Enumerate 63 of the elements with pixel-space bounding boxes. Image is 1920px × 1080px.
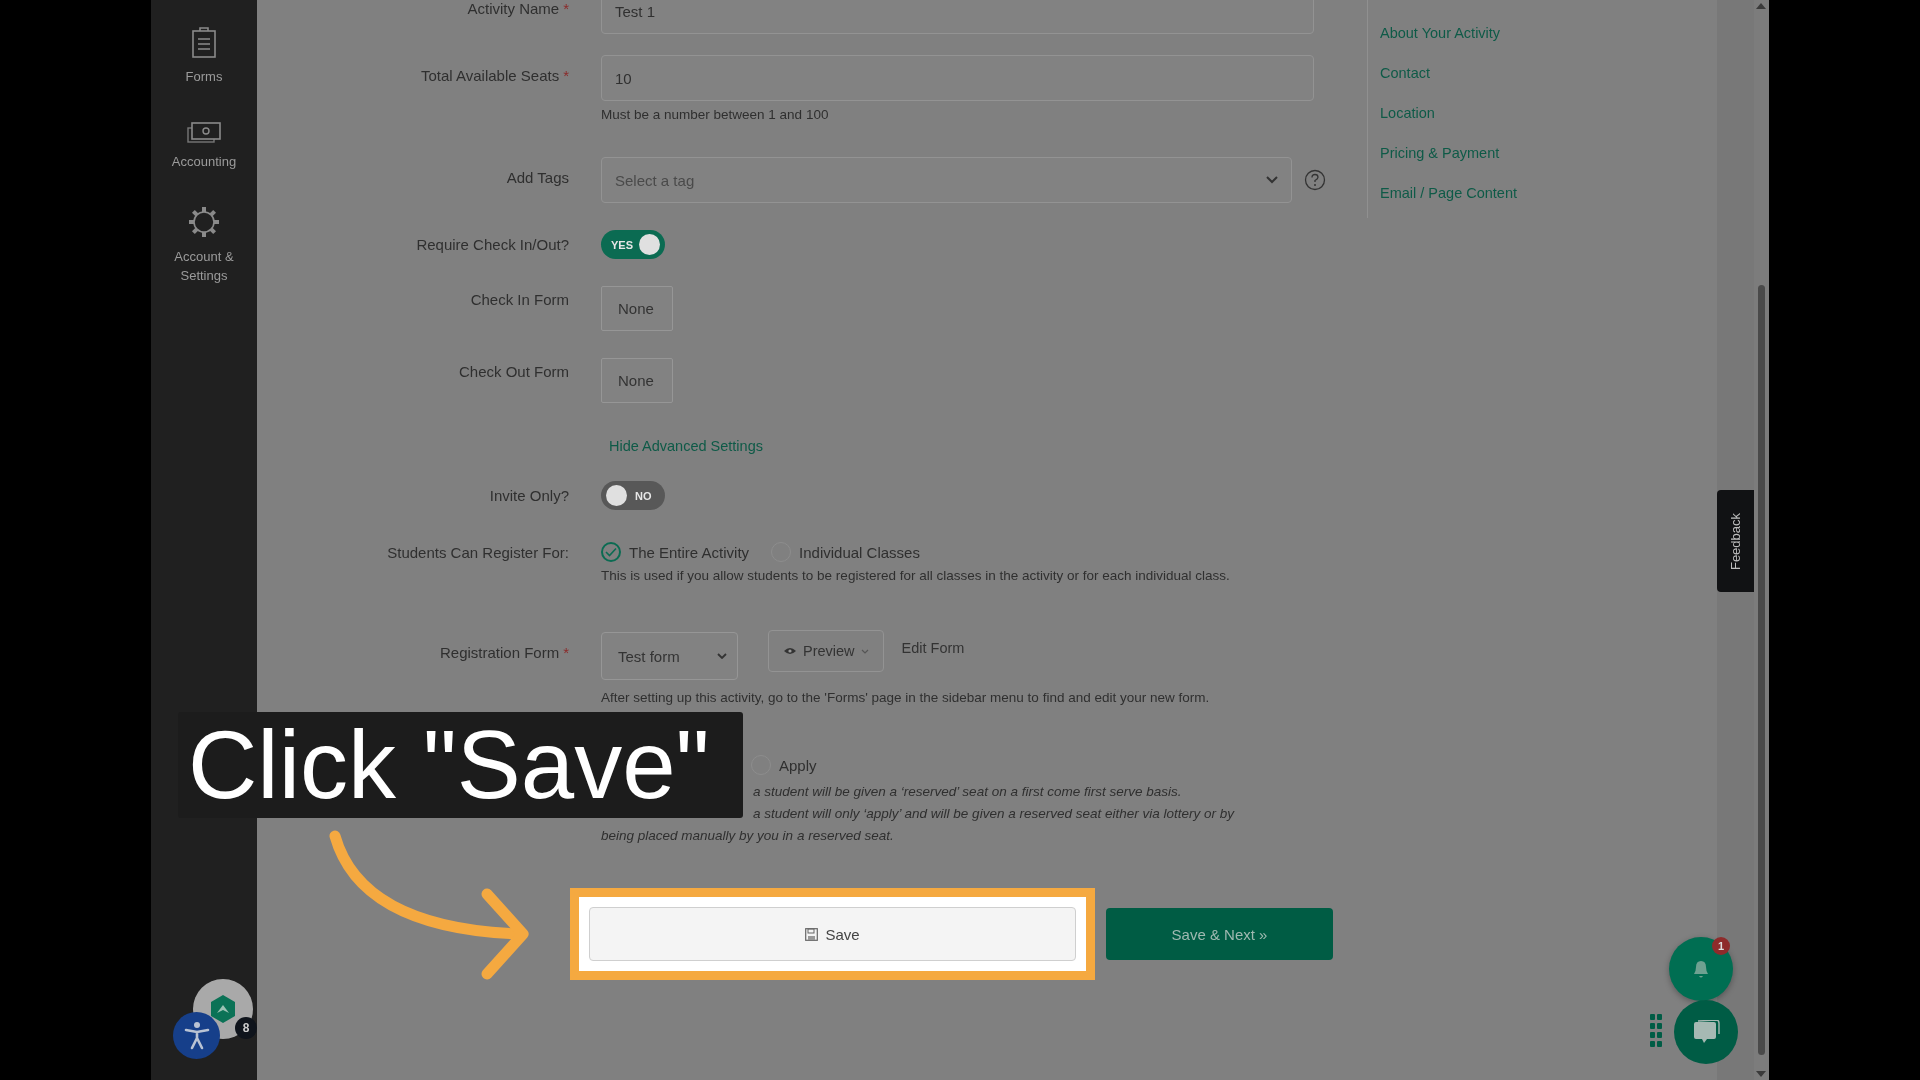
tag-select-field[interactable]: Select a tag <box>601 157 1292 203</box>
field-label: Activity Name <box>467 0 560 17</box>
eye-icon <box>783 646 797 656</box>
help-icon[interactable] <box>1304 169 1326 191</box>
caret-icon <box>860 648 869 654</box>
instruction-caption: Click "Save" <box>178 712 743 818</box>
toggle-switch[interactable]: NO <box>601 481 665 510</box>
select-dropdown[interactable]: None <box>601 286 673 331</box>
radio-option[interactable]: Apply <box>751 755 817 775</box>
field-label: Check Out Form <box>458 363 569 380</box>
required-mark: * <box>563 0 569 17</box>
help-text: This is used if you allow students to be registered for all classes in the activity or for each individual class. <box>601 568 1230 583</box>
edit-form-link[interactable]: Edit Form <box>901 640 965 656</box>
section-nav-link[interactable]: Pricing & Payment <box>1380 145 1500 161</box>
section-nav-link[interactable]: Email / Page Content <box>1380 185 1518 201</box>
field-label: Total Available Seats <box>421 67 560 84</box>
radio-option[interactable]: Individual Classes <box>771 542 920 562</box>
preview-button[interactable]: Preview <box>768 630 884 672</box>
chat-bubble-icon <box>1691 1020 1721 1044</box>
field-label: Students Can Register For: <box>387 544 569 561</box>
section-nav-link[interactable]: About Your Activity <box>1380 25 1501 41</box>
save-next-button[interactable]: Save & Next » <box>1106 908 1333 960</box>
notification-badge: 1 <box>1712 937 1730 955</box>
section-nav-link[interactable]: Location <box>1380 105 1435 121</box>
scroll-down-arrow-icon[interactable] <box>1756 1070 1766 1078</box>
help-text: a student will be given a ‘reserved’ seat on a first come first serve basis. <box>753 783 1182 801</box>
toggle-switch[interactable]: YES <box>601 230 665 259</box>
field-label: Check In Form <box>470 291 569 308</box>
clipboard-icon <box>189 26 219 59</box>
required-mark: * <box>563 67 569 84</box>
money-icon <box>186 120 222 144</box>
scrollbar[interactable] <box>1754 0 1769 1080</box>
scroll-up-arrow-icon[interactable] <box>1756 2 1766 10</box>
radio-button[interactable] <box>601 542 621 562</box>
sidebar-item[interactable]: Account & Settings <box>151 205 257 285</box>
accessibility-person-icon <box>183 1021 210 1050</box>
help-text: a student will only ‘apply’ and will be given a reserved seat either via lottery or by <box>753 805 1234 823</box>
feedback-tab[interactable]: Feedback <box>1717 490 1754 592</box>
help-text: being placed manually by you in a reserved seat. <box>601 827 894 845</box>
chevron-down-icon <box>717 653 727 659</box>
hexagon-logo-icon <box>209 995 237 1023</box>
help-text: After setting up this activity, go to the 'Forms' page in the sidebar menu to find and edit your new form. <box>601 690 1210 705</box>
text-input-field[interactable]: Test 1 <box>601 0 1314 34</box>
text-input-field[interactable]: 10 <box>601 55 1314 101</box>
field-label: Add Tags <box>506 169 569 186</box>
section-nav-link[interactable]: Contact <box>1380 65 1430 81</box>
save-button[interactable]: Save <box>589 907 1076 961</box>
help-text: Must be a number between 1 and 100 <box>601 107 830 122</box>
select-dropdown[interactable]: Test form <box>601 632 738 680</box>
field-label: Invite Only? <box>489 487 569 504</box>
drag-handle-icon[interactable] <box>1650 1014 1662 1047</box>
sidebar-item[interactable]: Forms <box>151 26 257 86</box>
radio-option[interactable]: The Entire Activity <box>601 542 750 562</box>
check-icon <box>605 547 617 557</box>
select-dropdown[interactable]: None <box>601 358 673 403</box>
sidebar-item[interactable]: Accounting <box>151 120 257 171</box>
hide-advanced-link[interactable]: Hide Advanced Settings <box>609 438 763 454</box>
field-label: Require Check In/Out? <box>416 236 569 253</box>
field-label: Registration Form <box>439 644 560 661</box>
notification-button[interactable] <box>1669 937 1733 1001</box>
chevron-down-icon <box>1266 176 1278 184</box>
gear-icon <box>187 205 221 239</box>
required-mark: * <box>563 644 569 661</box>
